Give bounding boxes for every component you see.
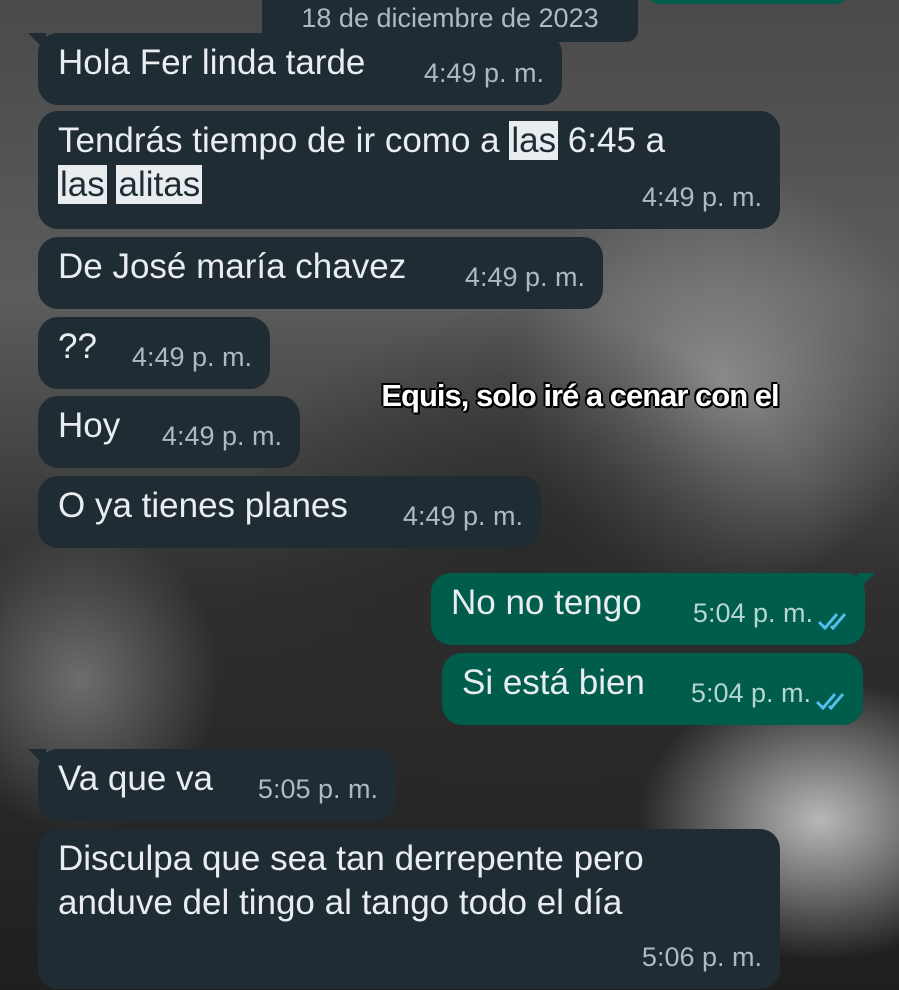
message-bubble[interactable]: Disculpa que sea tan derrepente pero and… bbox=[38, 829, 780, 989]
message-time: 4:49 p. m. bbox=[402, 501, 523, 531]
message-time: 5:05 p. m. bbox=[257, 774, 378, 804]
message-time: 4:49 p. m. bbox=[641, 182, 762, 212]
message-bubble-outgoing[interactable]: Si está bien 5:04 p. m. bbox=[442, 653, 863, 725]
message-bubble-outgoing[interactable]: No no tengo 5:04 p. m. bbox=[431, 573, 875, 645]
search-highlight: las bbox=[58, 165, 107, 204]
message-time: 4:49 p. m. bbox=[161, 421, 282, 451]
search-highlight: las bbox=[509, 121, 559, 160]
message-time: 4:49 p. m. bbox=[423, 58, 544, 88]
search-highlight: alitas bbox=[116, 165, 203, 204]
message-text: Disculpa que sea tan derrepente pero and… bbox=[58, 839, 644, 922]
message-bubble[interactable]: Hola Fer linda tarde 4:49 p. m. bbox=[28, 33, 562, 105]
message-time: 4:49 p. m. bbox=[131, 342, 252, 372]
message-bubble[interactable]: Hoy 4:49 p. m. bbox=[38, 396, 300, 468]
previous-outgoing-bubble[interactable] bbox=[648, 0, 848, 4]
message-bubble[interactable]: De José maría chavez 4:49 p. m. bbox=[38, 237, 603, 309]
message-text: Va que va bbox=[58, 759, 214, 798]
overlay-caption: Equis, solo iré a cenar con el bbox=[381, 378, 779, 413]
message-text: ?? bbox=[58, 327, 97, 366]
message-time: 5:06 p. m. bbox=[641, 942, 762, 972]
double-check-icon bbox=[817, 613, 847, 631]
message-bubble[interactable]: ?? 4:49 p. m. bbox=[38, 317, 270, 389]
message-text: Tendrás tiempo de ir como a las 6:45 a l… bbox=[58, 121, 666, 204]
message-bubble[interactable]: O ya tienes planes 4:49 p. m. bbox=[38, 476, 541, 548]
message-text: Si está bien bbox=[462, 663, 645, 702]
message-time: 4:49 p. m. bbox=[464, 262, 585, 292]
message-text: Hoy bbox=[58, 406, 121, 445]
message-text: De José maría chavez bbox=[58, 247, 407, 286]
message-time: 5:04 p. m. bbox=[692, 598, 813, 628]
message-text: Hola Fer linda tarde bbox=[58, 43, 366, 82]
message-time: 5:04 p. m. bbox=[690, 678, 811, 708]
message-text: No no tengo bbox=[451, 583, 642, 622]
double-check-icon bbox=[815, 693, 845, 711]
message-text: O ya tienes planes bbox=[58, 486, 348, 525]
message-bubble[interactable]: Va que va 5:05 p. m. bbox=[28, 749, 396, 821]
message-bubble[interactable]: Tendrás tiempo de ir como a las 6:45 a l… bbox=[38, 111, 780, 229]
